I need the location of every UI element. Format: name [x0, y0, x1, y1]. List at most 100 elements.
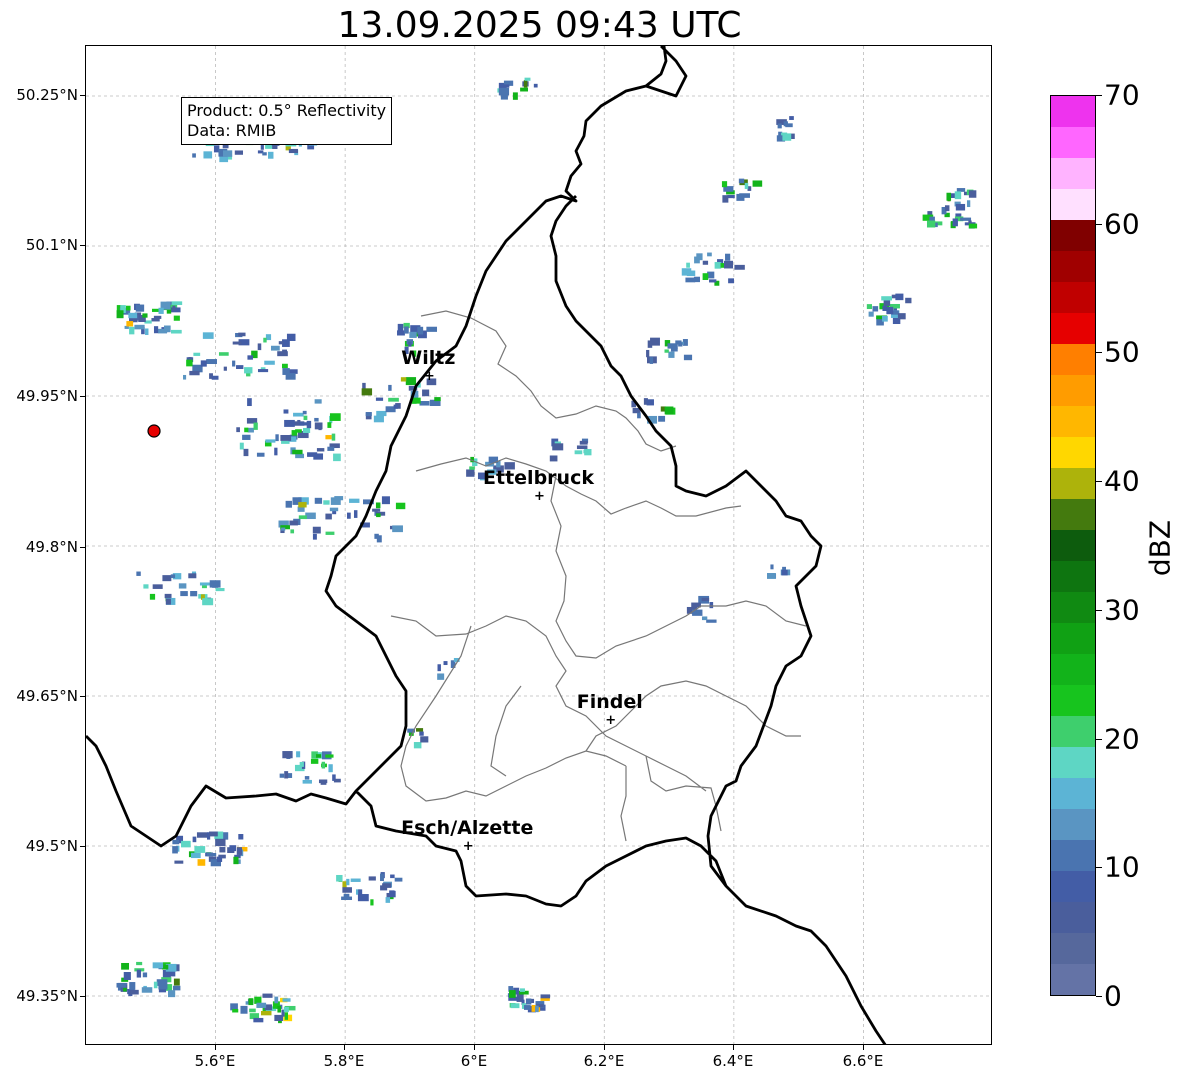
echo-cell [709, 602, 714, 609]
echo-cell [302, 427, 311, 433]
echo-cell [193, 352, 201, 356]
echo-cell [882, 305, 888, 311]
echo-cell [325, 531, 335, 535]
echo-cell [215, 588, 225, 592]
echo-cell [361, 388, 373, 396]
colorbar-segment [1051, 963, 1095, 995]
echo-cell [722, 195, 729, 203]
echo-cell [331, 433, 336, 441]
echo-cell [116, 310, 124, 319]
colorbar-segment [1051, 653, 1095, 685]
radar-site-marker[interactable] [147, 424, 161, 438]
echo-cell [129, 982, 136, 990]
echo-cell [178, 583, 187, 589]
colorbar-segment [1051, 808, 1095, 840]
echo-cell [694, 256, 700, 264]
echo-cell [253, 422, 258, 430]
colorbar-segment [1051, 343, 1095, 375]
echo-cell [290, 529, 295, 534]
echo-cell [734, 264, 745, 270]
echo-cell [579, 440, 588, 445]
colorbar-tick-label: 40 [1104, 464, 1140, 498]
echo-cell [264, 360, 275, 365]
echo-cell [549, 455, 558, 462]
echo-cell [426, 326, 438, 332]
echo-cell [637, 412, 641, 419]
echo-cell [314, 497, 323, 504]
echo-cell [328, 764, 333, 773]
echo-cell [192, 836, 197, 843]
echo-cell [926, 220, 936, 228]
echo-cell [244, 367, 253, 374]
echo-cell [199, 582, 211, 586]
echo-cell [727, 194, 735, 199]
data-source-label: Data: RMIB [187, 121, 277, 140]
echo-cell [135, 304, 145, 312]
echo-cell [165, 598, 171, 605]
echo-cell [279, 773, 285, 778]
echo-cell [164, 593, 172, 599]
echo-cell [163, 325, 171, 333]
echo-cell [707, 252, 712, 257]
echo-cell [312, 526, 321, 534]
lat-label: 49.5°N [25, 837, 78, 855]
echo-cell [196, 832, 208, 838]
echo-cell [285, 500, 292, 508]
echo-cell [897, 313, 906, 320]
lon-tick [604, 1045, 605, 1050]
echo-cell [171, 329, 182, 334]
echo-cell [770, 564, 774, 570]
lat-label: 49.35°N [16, 987, 78, 1005]
colorbar-segment [1051, 529, 1095, 561]
city-marker: + [463, 839, 474, 854]
echo-cell [966, 200, 971, 208]
echo-cell [232, 360, 236, 367]
radar-map[interactable]: + + + + Product: 0.5° Reflectivity Data: RM… [85, 45, 992, 1045]
echo-cell [376, 410, 387, 417]
echo-cell [376, 535, 382, 543]
echo-cell [678, 342, 683, 347]
echo-cell [262, 152, 267, 156]
echo-cell [180, 840, 191, 848]
echo-cell [325, 435, 332, 440]
echo-cell [274, 996, 279, 1004]
echo-cell [376, 513, 381, 518]
echo-cell [525, 998, 532, 1005]
echo-cell [284, 419, 295, 427]
echo-cell [380, 873, 384, 881]
echo-cell [415, 728, 424, 732]
echo-cell [434, 397, 441, 402]
echo-cell [240, 1005, 248, 1014]
colorbar-segment [1051, 188, 1095, 220]
echo-cell [218, 352, 229, 356]
colorbar-segment [1051, 157, 1095, 189]
echo-cell [323, 500, 330, 505]
echo-cell [524, 1005, 531, 1010]
echo-cell [349, 498, 360, 503]
echo-cell [385, 897, 391, 903]
echo-cell [293, 412, 304, 417]
echo-cell [381, 496, 390, 505]
echo-cell [370, 899, 374, 906]
echo-cell [142, 313, 148, 318]
echo-cell [686, 262, 690, 268]
colorbar-segment [1051, 436, 1095, 468]
echo-cell [291, 430, 298, 436]
echo-cell [664, 349, 669, 353]
echo-cell [162, 575, 172, 582]
echo-cell [257, 369, 269, 373]
echo-cell [236, 365, 244, 370]
echo-cell [524, 77, 531, 81]
echo-cell [388, 384, 392, 391]
echo-cell [388, 397, 399, 402]
echo-cell [232, 1008, 239, 1013]
echo-cell [134, 324, 145, 330]
echo-cell [706, 619, 717, 623]
echo-cell [242, 434, 251, 440]
echo-cell [413, 742, 422, 749]
echo-cell [172, 846, 178, 854]
echo-cell [283, 409, 289, 414]
echo-cell [256, 452, 265, 457]
echo-cell [881, 296, 893, 301]
echo-cell [275, 434, 279, 442]
